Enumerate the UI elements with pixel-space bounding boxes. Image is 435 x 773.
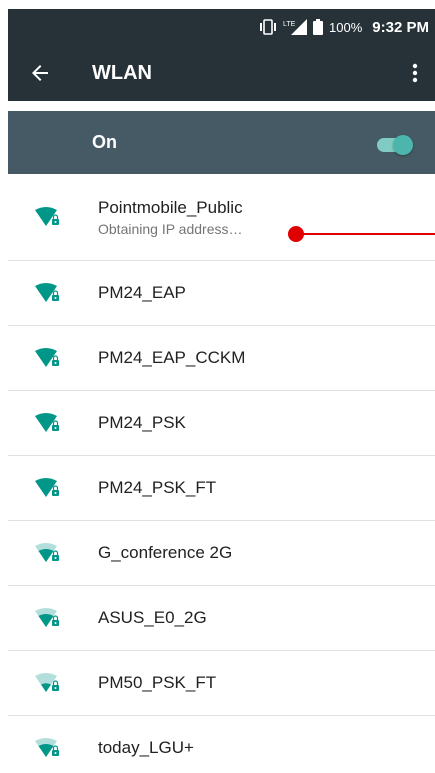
network-item-pm24-eap[interactable]: PM24_EAP bbox=[8, 261, 435, 326]
network-ssid: G_conference 2G bbox=[98, 543, 233, 562]
network-item-today-lgu[interactable]: today_LGU+ bbox=[8, 716, 435, 773]
wifi-full-secured-icon bbox=[16, 206, 80, 228]
network-status: Obtaining IP address… bbox=[98, 220, 243, 237]
network-item-asus-e0-2g[interactable]: ASUS_E0_2G bbox=[8, 586, 435, 651]
lte-signal-icon: LTE bbox=[283, 19, 308, 35]
battery-icon bbox=[313, 19, 324, 35]
page-title: WLAN bbox=[92, 61, 152, 84]
clock: 9:32 PM bbox=[372, 18, 429, 36]
toggle-thumb bbox=[393, 134, 413, 155]
network-ssid: PM24_PSK_FT bbox=[98, 478, 217, 497]
network-text: G_conference 2G bbox=[98, 543, 232, 563]
network-item-pm24-psk[interactable]: PM24_PSK bbox=[8, 391, 435, 456]
wifi-medium-secured-icon bbox=[16, 737, 80, 759]
network-ssid: Pointmobile_Public bbox=[98, 197, 243, 217]
network-ssid: today_LGU+ bbox=[98, 738, 194, 757]
network-ssid: PM24_PSK bbox=[98, 413, 186, 432]
network-ssid: PM50_PSK_FT bbox=[98, 673, 217, 692]
network-ssid: PM24_EAP_CCKM bbox=[98, 348, 246, 367]
wifi-full-secured-icon bbox=[16, 282, 80, 304]
wifi-full-secured-icon bbox=[16, 412, 80, 434]
wifi-full-secured-icon bbox=[16, 347, 80, 369]
network-text: PM24_EAP_CCKM bbox=[98, 348, 245, 368]
wifi-full-secured-icon bbox=[16, 477, 80, 499]
network-item-pm24-psk-ft[interactable]: PM24_PSK_FT bbox=[8, 456, 435, 521]
overflow-menu-button[interactable] bbox=[395, 45, 435, 101]
network-text: PM50_PSK_FT bbox=[98, 673, 216, 693]
wlan-switch-label: On bbox=[92, 132, 117, 152]
callout-pointer bbox=[288, 226, 435, 242]
network-ssid: ASUS_E0_2G bbox=[98, 608, 207, 627]
wlan-toggle[interactable] bbox=[375, 133, 415, 155]
wifi-low-secured-icon bbox=[16, 672, 80, 694]
more-vert-icon bbox=[412, 63, 418, 83]
status-bar: LTE 100% 9:32 PM bbox=[8, 9, 435, 45]
callout-line bbox=[302, 233, 435, 235]
screen-margin bbox=[0, 0, 8, 773]
network-text: Pointmobile_Public Obtaining IP address… bbox=[98, 198, 243, 237]
network-item-pm24-eap-cckm[interactable]: PM24_EAP_CCKM bbox=[8, 326, 435, 391]
network-text: PM24_PSK bbox=[98, 413, 186, 433]
network-item-g-conference-2g[interactable]: G_conference 2G bbox=[8, 521, 435, 586]
network-list: Pointmobile_Public Obtaining IP address…… bbox=[8, 174, 435, 773]
back-button[interactable] bbox=[8, 45, 72, 101]
arrow-back-icon bbox=[32, 65, 48, 81]
network-ssid: PM24_EAP bbox=[98, 283, 186, 302]
app-toolbar: WLAN bbox=[8, 45, 435, 101]
wifi-medium-secured-icon bbox=[16, 607, 80, 629]
wlan-settings-screen: LTE 100% 9:32 PM WLAN On Pointmobile_Pub… bbox=[0, 0, 435, 773]
network-item-pointmobile-public[interactable]: Pointmobile_Public Obtaining IP address… bbox=[8, 174, 435, 261]
network-item-pm50-psk-ft[interactable]: PM50_PSK_FT bbox=[8, 651, 435, 716]
network-text: today_LGU+ bbox=[98, 738, 194, 758]
battery-percent: 100% bbox=[329, 19, 363, 35]
svg-text:LTE: LTE bbox=[283, 21, 296, 28]
vibrate-icon bbox=[259, 19, 277, 35]
wlan-master-switch-bar[interactable]: On bbox=[8, 111, 435, 174]
wifi-medium-secured-icon bbox=[16, 542, 80, 564]
network-text: ASUS_E0_2G bbox=[98, 608, 207, 628]
network-text: PM24_EAP bbox=[98, 283, 186, 303]
network-text: PM24_PSK_FT bbox=[98, 478, 216, 498]
